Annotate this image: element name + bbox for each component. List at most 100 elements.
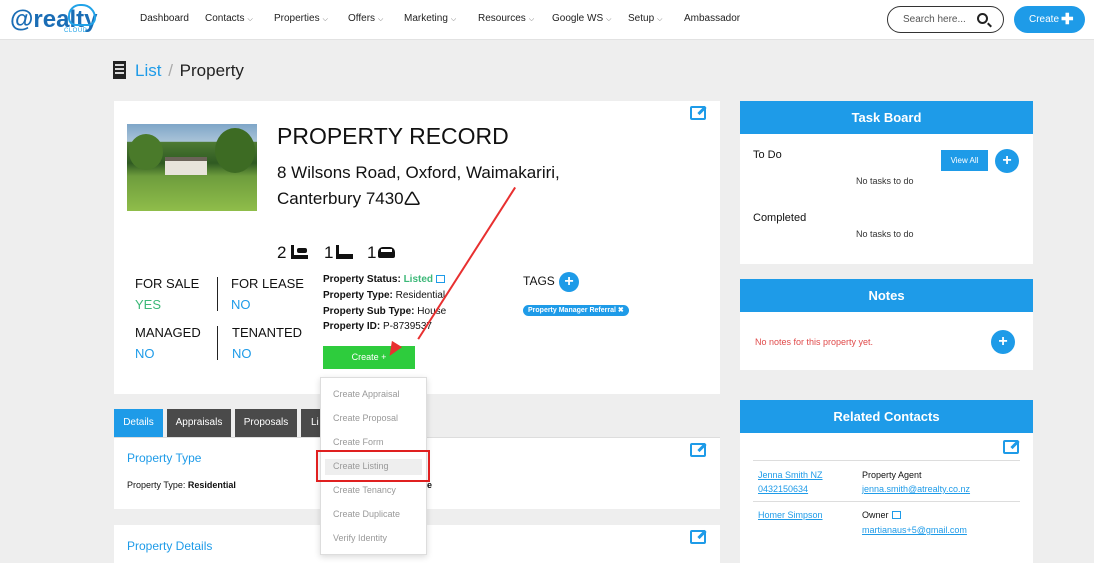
breadcrumb-current: Property (179, 61, 244, 80)
house-shape (165, 157, 207, 175)
nav-label: Resources (478, 13, 526, 24)
for-lease-value: NO (231, 297, 251, 312)
section-title-property-type: Property Type (127, 451, 202, 465)
edit-icon[interactable] (436, 275, 446, 283)
menu-create-duplicate[interactable]: Create Duplicate (333, 509, 400, 519)
nav-label: Ambassador (684, 13, 741, 24)
tenanted-value: NO (232, 346, 252, 361)
task-board-title: Task Board (740, 101, 1033, 134)
property-sub-type: Property Sub Type: House (323, 306, 446, 317)
menu-verify-identity[interactable]: Verify Identity (333, 533, 387, 543)
nav-google-ws[interactable]: Google WS ⌵ (552, 13, 611, 24)
chevron-down-icon: ⌵ (528, 16, 535, 23)
edit-icon[interactable] (690, 443, 706, 457)
add-note-button[interactable]: + (991, 330, 1015, 354)
menu-create-form[interactable]: Create Form (333, 437, 384, 447)
view-all-button[interactable]: View All (941, 150, 988, 171)
plus-icon: ✚ (1061, 11, 1074, 28)
map-pin-icon[interactable]: 🛆 (404, 189, 421, 208)
car-count: 1 (367, 243, 377, 262)
tag-badge[interactable]: Property Manager Referral ✖ (523, 305, 629, 316)
page-title: PROPERTY RECORD (277, 123, 509, 149)
bed-count: 2 (277, 243, 287, 262)
create-button-label: Create (1029, 14, 1060, 25)
add-task-button[interactable]: + (995, 149, 1019, 173)
edit-icon[interactable] (1003, 440, 1019, 454)
notes-empty-text: No notes for this property yet. (755, 337, 874, 347)
related-contacts-title: Related Contacts (740, 400, 1033, 433)
nav-marketing[interactable]: Marketing ⌵ (404, 13, 456, 24)
chevron-down-icon: ⌵ (450, 16, 457, 23)
logo-subtext: CLOUD (64, 28, 88, 34)
nav-resources[interactable]: Resources ⌵ (478, 13, 534, 24)
contact-phone[interactable]: 0432150634 (758, 484, 808, 494)
contact-name[interactable]: Homer Simpson (758, 510, 823, 520)
menu-create-tenancy[interactable]: Create Tenancy (333, 485, 396, 495)
contact-role: Owner (862, 510, 889, 520)
search-icon[interactable] (977, 13, 988, 24)
edit-icon[interactable] (891, 511, 901, 519)
todo-label: To Do (753, 149, 782, 161)
subtype-label: Property Sub Type: (323, 306, 415, 317)
divider (217, 277, 218, 311)
highlight-box (316, 450, 430, 482)
car-icon (378, 247, 395, 258)
cloud-icon (68, 4, 96, 26)
tab-appraisals[interactable]: Appraisals (167, 409, 231, 437)
divider (753, 460, 1020, 461)
section-title-property-details: Property Details (127, 539, 213, 553)
bath-icon (336, 245, 353, 259)
search-input[interactable]: Search here... (887, 6, 1004, 33)
nav-ambassador[interactable]: Ambassador (684, 13, 740, 24)
for-sale-label: FOR SALE (135, 276, 200, 291)
managed-label: MANAGED (135, 325, 201, 340)
for-lease-label: FOR LEASE (231, 276, 304, 291)
property-status: Property Status: Listed (323, 274, 446, 285)
contact-name[interactable]: Jenna Smith NZ (758, 470, 823, 480)
edit-icon[interactable] (690, 530, 706, 544)
tenanted-label: TENANTED (232, 325, 303, 340)
contact-email[interactable]: martianaus+5@gmail.com (862, 525, 967, 535)
create-dropdown-button[interactable]: Create + (323, 346, 415, 369)
status-label: Property Status: (323, 274, 401, 285)
menu-create-appraisal[interactable]: Create Appraisal (333, 389, 400, 399)
nav-properties[interactable]: Properties ⌵ (274, 13, 328, 24)
nav-label: Properties (274, 13, 320, 24)
chevron-down-icon: ⌵ (657, 16, 663, 23)
breadcrumb-separator: / (168, 61, 173, 80)
create-button[interactable]: Create ✚ (1014, 6, 1085, 33)
contact-role-row: Owner (862, 510, 901, 520)
property-type-row-label: Property Type: (127, 480, 186, 490)
nav-label: Marketing (404, 13, 448, 24)
notes-title: Notes (740, 279, 1033, 312)
tab-details[interactable]: Details (114, 409, 163, 437)
completed-label: Completed (753, 212, 807, 224)
tab-proposals[interactable]: Proposals (235, 409, 297, 437)
id-label: Property ID: (323, 321, 381, 332)
edit-icon[interactable] (690, 106, 706, 120)
top-nav: @realty CLOUD Dashboard Contacts ⌵ Proper… (0, 0, 1094, 40)
nav-setup[interactable]: Setup ⌵ (628, 13, 662, 24)
chevron-down-icon: ⌵ (378, 16, 384, 23)
nav-label: Dashboard (140, 13, 189, 24)
chevron-down-icon: ⌵ (606, 16, 612, 23)
nav-contacts[interactable]: Contacts ⌵ (205, 13, 253, 24)
contact-email[interactable]: jenna.smith@atrealty.co.nz (862, 484, 970, 494)
tree-shape (215, 128, 255, 173)
nav-label: Offers (348, 13, 376, 24)
chevron-down-icon: ⌵ (322, 16, 328, 23)
breadcrumb: List / Property (135, 61, 244, 81)
tags-label: TAGS (523, 274, 555, 288)
no-completed-text: No tasks to do (856, 229, 914, 239)
breadcrumb-list-link[interactable]: List (135, 61, 161, 80)
nav-offers[interactable]: Offers ⌵ (348, 13, 383, 24)
managed-value: NO (135, 346, 155, 361)
property-type-row-value: Residential (187, 480, 236, 490)
bath-count: 1 (324, 243, 334, 262)
logo[interactable]: @realty CLOUD (10, 4, 97, 36)
nav-dashboard[interactable]: Dashboard (140, 13, 189, 24)
add-tag-button[interactable]: + (559, 272, 579, 292)
property-photo[interactable] (127, 124, 257, 211)
type-value: Residential (395, 290, 446, 301)
menu-create-proposal[interactable]: Create Proposal (333, 413, 398, 423)
